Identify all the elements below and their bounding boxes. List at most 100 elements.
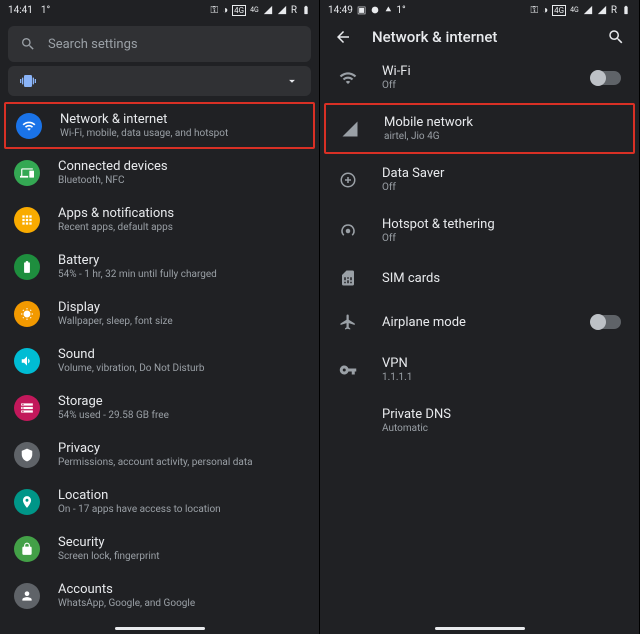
apps-icon [14,207,40,233]
search-icon [20,36,36,52]
temp-indicator: 1° [396,5,405,16]
item-sub: Wi-Fi, mobile, data usage, and hotspot [60,128,228,139]
net-item-dns[interactable]: Private DNS Automatic [320,395,639,446]
item-title: Sound [58,347,205,362]
back-arrow-icon[interactable] [334,28,352,46]
item-title: Airplane mode [382,315,567,330]
item-title: Privacy [58,441,253,456]
location-icon [14,489,40,515]
item-title: Hotspot & tethering [382,217,621,232]
item-title: Accounts [58,582,195,597]
item-sub: Screen lock, fingerprint [58,551,160,562]
battery-icon [301,5,311,15]
screen-header: Network & internet [320,20,639,52]
item-title: Storage [58,394,169,409]
settings-item-storage[interactable]: Storage 54% used - 29.58 GB free [0,384,319,431]
data-icon: 4G [232,5,246,16]
settings-item-display[interactable]: Display Wallpaper, sleep, font size [0,290,319,337]
signal-icon [340,119,360,139]
signal-icon [263,5,273,15]
sim-icon [338,268,358,288]
ringer-chip-row[interactable] [8,66,311,96]
status-time: 14:49 [328,5,353,16]
item-title: Data Saver [382,166,621,181]
item-title: Connected devices [58,159,168,174]
vpn-key-icon [338,360,358,380]
item-sub: Off [382,182,621,193]
item-sub: Recent apps, default apps [58,222,174,233]
vpn-key-icon: ⚿ [531,5,539,16]
search-icon[interactable] [607,28,625,46]
net-item-hotspot[interactable]: Hotspot & tethering Off [320,205,639,256]
signal-icon [583,5,593,15]
net-item-datasaver[interactable]: Data Saver Off [320,154,639,205]
battery-icon [14,254,40,280]
item-title: SIM cards [382,271,621,286]
airplane-toggle[interactable] [591,315,621,329]
search-placeholder: Search settings [48,37,138,52]
square-icon: ▣ [357,5,366,16]
roaming-indicator: R [291,5,297,16]
devices-icon [14,160,40,186]
item-sub: Wallpaper, sleep, font size [58,316,173,327]
settings-item-privacy[interactable]: Privacy Permissions, account activity, p… [0,431,319,478]
item-title: VPN [382,356,621,371]
settings-item-location[interactable]: Location On - 17 apps have access to loc… [0,478,319,525]
item-title: Mobile network [384,115,619,130]
item-title: Wi-Fi [382,64,567,79]
nav-gesture-pill[interactable] [115,627,205,630]
vpn-key-icon: ⚿ [211,5,219,16]
settings-item-security[interactable]: Security Screen lock, fingerprint [0,525,319,572]
wifi-icon [338,68,358,88]
data-icon: 4G [552,5,566,16]
settings-gear-icon [370,5,380,15]
net-item-wifi[interactable]: Wi-Fi Off [320,52,639,103]
display-icon [14,301,40,327]
item-title: Display [58,300,173,315]
item-sub: Off [382,80,567,91]
item-sub: Off [382,233,621,244]
settings-item-network[interactable]: Network & internet Wi-Fi, mobile, data u… [4,102,315,149]
nav-icon: ⯅ [384,5,392,16]
roaming-indicator: R [611,5,617,16]
vibrate-icon: ◑ [222,5,228,16]
item-sub: 54% - 1 hr, 32 min until fully charged [58,269,217,280]
item-sub: Volume, vibration, Do Not Disturb [58,363,205,374]
item-sub: 54% used - 29.58 GB free [58,410,169,421]
item-sub: WhatsApp, Google, and Google [58,598,195,609]
item-sub: Automatic [382,423,621,434]
nav-gesture-pill[interactable] [435,627,525,630]
settings-item-connected[interactable]: Connected devices Bluetooth, NFC [0,149,319,196]
vibrate-icon [20,73,36,89]
search-settings[interactable]: Search settings [8,26,311,62]
airplane-icon [338,312,358,332]
status-bar: 14:49 ▣ ⯅ 1° ⚿ ◑ 4G 4G R [320,0,639,20]
net-item-airplane[interactable]: Airplane mode [320,300,639,344]
item-sub: airtel, Jio 4G [384,131,619,142]
signal-icon-2 [277,5,287,15]
status-bar: 14:41 1° ⚿ ◑ 4G 4G R [0,0,319,20]
net-item-sim[interactable]: SIM cards [320,256,639,300]
item-sub: Bluetooth, NFC [58,175,168,186]
settings-item-accounts[interactable]: Accounts WhatsApp, Google, and Google [0,572,319,619]
item-title: Location [58,488,221,503]
lte-icon: 4G [570,6,579,14]
hotspot-icon [338,221,358,241]
item-title: Network & internet [60,112,228,127]
settings-main-screen: 14:41 1° ⚿ ◑ 4G 4G R Search settings [0,0,320,634]
privacy-icon [14,442,40,468]
sound-icon [14,348,40,374]
item-title: Security [58,535,160,550]
settings-item-sound[interactable]: Sound Volume, vibration, Do Not Disturb [0,337,319,384]
status-time: 14:41 [8,5,33,16]
temp-indicator: 1° [41,5,50,16]
wifi-toggle[interactable] [591,71,621,85]
chevron-down-icon [285,74,299,88]
item-title: Private DNS [382,407,621,422]
net-item-mobile[interactable]: Mobile network airtel, Jio 4G [324,103,635,154]
settings-item-battery[interactable]: Battery 54% - 1 hr, 32 min until fully c… [0,243,319,290]
signal-icon-2 [597,5,607,15]
settings-item-apps[interactable]: Apps & notifications Recent apps, defaul… [0,196,319,243]
item-sub: Permissions, account activity, personal … [58,457,253,468]
net-item-vpn[interactable]: VPN 1.1.1.1 [320,344,639,395]
